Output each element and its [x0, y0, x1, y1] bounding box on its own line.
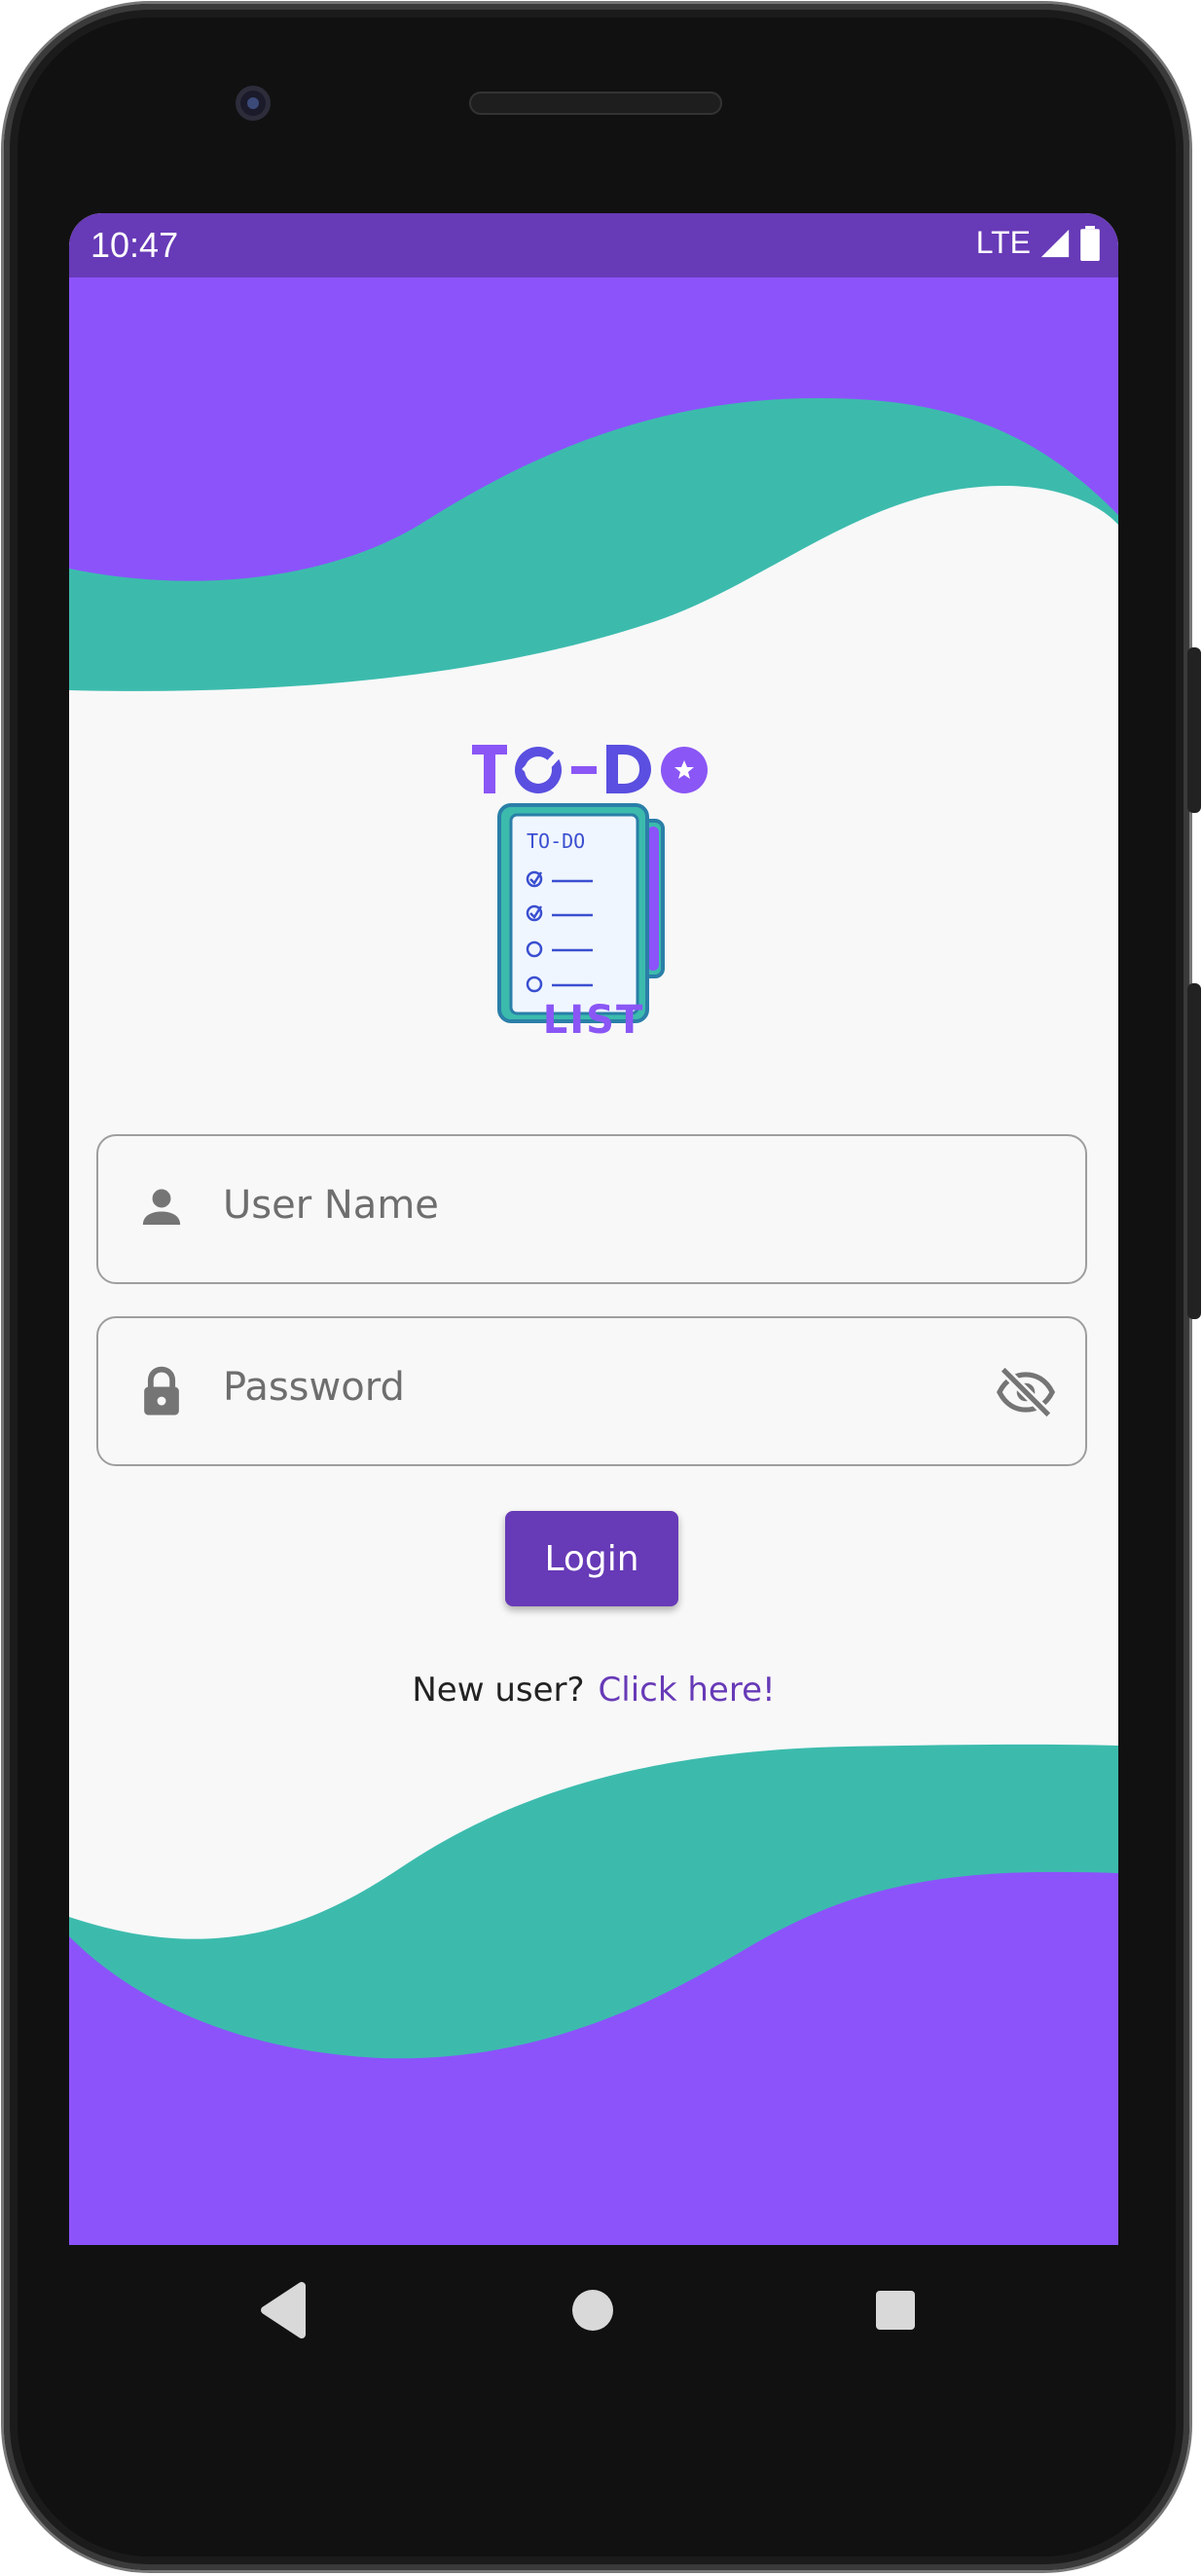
power-button: [1187, 983, 1201, 1319]
signal-icon: [1040, 229, 1070, 257]
logo-subtitle: LIST: [542, 998, 645, 1043]
recents-icon[interactable]: [876, 2291, 915, 2330]
navigation-bar: [261, 2282, 915, 2338]
lock-icon: [135, 1363, 188, 1423]
register-link[interactable]: Click here!: [599, 1671, 776, 1710]
status-bar: 10:47 LTE: [69, 213, 1118, 277]
app-screen: 10:47 LTE TO-DO LIST User Name Password …: [69, 213, 1118, 2245]
earpiece-speaker: [469, 92, 722, 115]
password-placeholder: Password: [223, 1365, 405, 1410]
volume-button: [1187, 647, 1201, 813]
notebook-label: TO-DO: [527, 829, 585, 853]
username-placeholder: User Name: [223, 1183, 439, 1228]
login-button[interactable]: Login: [505, 1511, 678, 1606]
new-user-text: New user?: [412, 1671, 585, 1710]
home-icon[interactable]: [572, 2290, 613, 2331]
register-prompt: New user? Click here!: [69, 1671, 1118, 1710]
notebook-illustration: TO-DO: [497, 803, 665, 1023]
password-field[interactable]: Password: [96, 1316, 1087, 1466]
status-time: 10:47: [91, 225, 179, 265]
username-field[interactable]: User Name: [96, 1134, 1087, 1284]
person-icon: [135, 1181, 188, 1237]
todo-logo-wordmark: [472, 745, 708, 793]
front-camera: [236, 86, 271, 121]
network-type: LTE: [975, 225, 1031, 260]
back-icon[interactable]: [261, 2282, 306, 2338]
battery-icon: [1080, 225, 1100, 261]
visibility-off-icon[interactable]: [996, 1366, 1056, 1421]
status-indicators: LTE: [976, 225, 1101, 261]
logo-title: [468, 731, 721, 799]
